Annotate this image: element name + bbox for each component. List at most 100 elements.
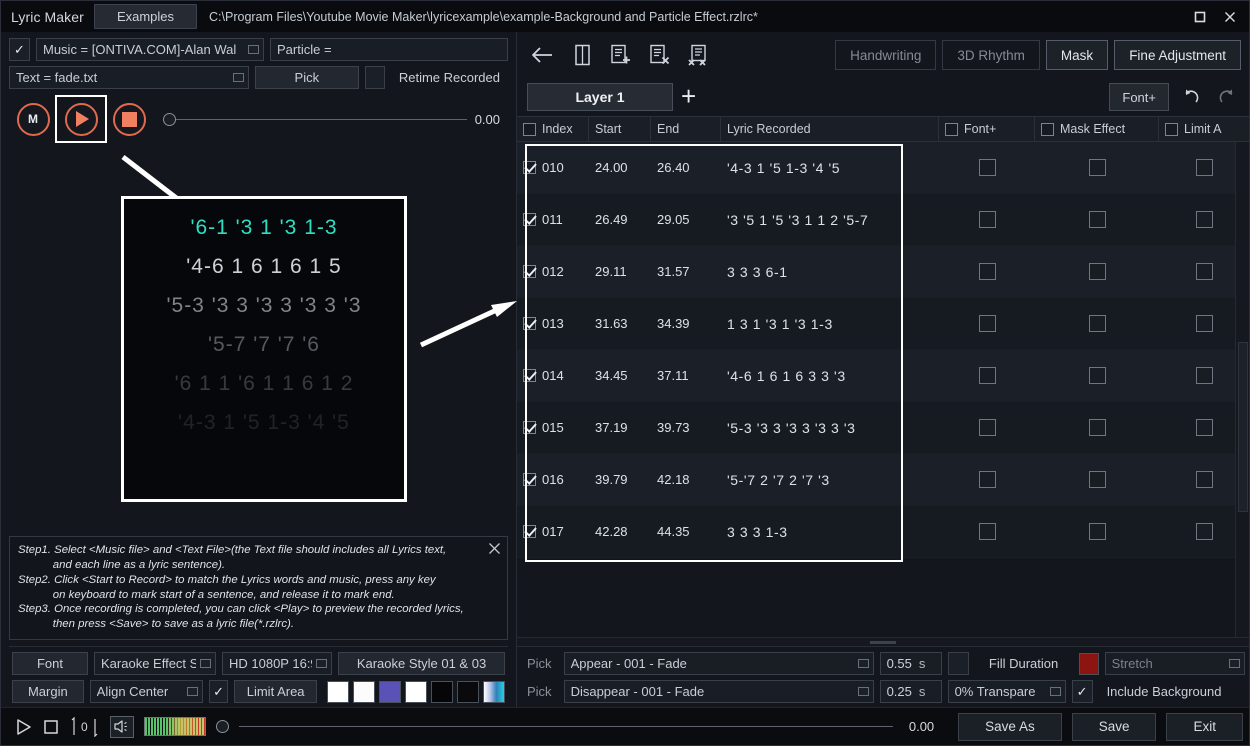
stop-button[interactable] (105, 97, 153, 141)
mask-button[interactable]: Mask (1045, 40, 1109, 70)
volume-knob[interactable] (215, 720, 229, 733)
column-index[interactable]: Index (517, 117, 589, 141)
limit-area-checkbox[interactable]: ✓ (208, 680, 229, 703)
vertical-scrollbar[interactable] (1235, 142, 1249, 637)
maximize-icon[interactable] (1187, 4, 1213, 30)
row-checkbox[interactable] (523, 473, 536, 486)
row-checkbox[interactable] (523, 161, 536, 174)
exit-button[interactable]: Exit (1166, 712, 1243, 741)
table-row[interactable]: 013 31.63 34.39 1 3 1 '3 1 '3 1-3 (517, 298, 1249, 350)
row-checkbox[interactable] (523, 213, 536, 226)
volume-meter[interactable] (143, 717, 206, 736)
pick-appear-label[interactable]: Pick (521, 652, 558, 675)
font-plus-all-checkbox[interactable] (945, 122, 958, 136)
font-button[interactable]: Font (12, 652, 88, 675)
cell-limit-area-checkbox[interactable] (1195, 419, 1213, 436)
close-icon[interactable] (1217, 4, 1243, 30)
music-file-combo[interactable]: Music = [ONTIVA.COM]-Alan Wal (36, 38, 264, 61)
cell-font-plus-checkbox[interactable] (978, 523, 996, 540)
cell-font-plus-checkbox[interactable] (978, 419, 996, 436)
retime-recorded-button[interactable]: Retime Recorded (391, 66, 508, 89)
cell-font-plus-checkbox[interactable] (978, 263, 996, 280)
pick-button[interactable]: Pick (254, 66, 360, 89)
table-row[interactable]: 017 42.28 44.35 3 3 3 1-3 (517, 506, 1249, 558)
save-as-button[interactable]: Save As (958, 712, 1062, 741)
cell-font-plus-checkbox[interactable] (978, 211, 996, 228)
select-all-checkbox[interactable] (523, 122, 536, 136)
cell-mask-effect-checkbox[interactable] (1088, 211, 1106, 228)
cell-limit-area-checkbox[interactable] (1195, 471, 1213, 488)
fill-duration-checkbox[interactable] (947, 652, 969, 675)
cell-limit-area-checkbox[interactable] (1195, 159, 1213, 176)
retime-checkbox[interactable] (365, 66, 385, 89)
tab-examples[interactable]: Examples (93, 4, 198, 29)
mark-button[interactable]: M (9, 97, 57, 141)
cell-limit-area-checkbox[interactable] (1195, 263, 1213, 280)
column-lyric-recorded[interactable]: Lyric Recorded (721, 117, 939, 141)
stretch-color-swatch[interactable] (1078, 652, 1099, 675)
fine-adjustment-button[interactable]: Fine Adjustment (1114, 40, 1241, 70)
margin-button[interactable]: Margin (12, 680, 84, 703)
row-checkbox[interactable] (523, 525, 536, 538)
cell-font-plus-checkbox[interactable] (978, 367, 996, 384)
disappear-effect-combo[interactable]: Disappear - 001 - Fade (563, 680, 874, 703)
cell-mask-effect-checkbox[interactable] (1088, 367, 1106, 384)
cell-font-plus-checkbox[interactable] (978, 471, 996, 488)
color-swatch-1[interactable] (327, 680, 349, 703)
delete-line-icon[interactable] (646, 40, 674, 70)
limit-area-all-checkbox[interactable] (1165, 122, 1178, 136)
row-checkbox[interactable] (523, 317, 536, 330)
column-limit-area[interactable]: Limit A (1159, 117, 1249, 141)
table-row[interactable]: 014 34.45 37.11 '4-6 1 6 1 6 3 3 '3 (517, 350, 1249, 402)
row-checkbox[interactable] (523, 265, 536, 278)
plus-icon[interactable]: + (681, 83, 696, 109)
delete-all-lines-icon[interactable] (685, 40, 713, 70)
cell-mask-effect-checkbox[interactable] (1088, 419, 1106, 436)
stretch-combo[interactable]: Stretch (1104, 652, 1245, 675)
cell-limit-area-checkbox[interactable] (1195, 523, 1213, 540)
column-mask-effect[interactable]: Mask Effect (1035, 117, 1159, 141)
column-end[interactable]: End (651, 117, 721, 141)
add-line-icon[interactable] (607, 40, 635, 70)
close-icon[interactable] (488, 542, 501, 560)
include-background-label[interactable]: Include Background (1099, 680, 1245, 703)
lyric-table-body[interactable]: 010 24.00 26.40 '4-3 1 '5 1-3 '4 '5 011 … (517, 142, 1249, 637)
transparency-combo[interactable]: 0% Transpare (947, 680, 1066, 703)
color-swatch-6[interactable] (457, 680, 479, 703)
row-checkbox[interactable] (523, 369, 536, 382)
timeline-slider[interactable]: 0.00 (163, 112, 508, 127)
karaoke-effect-combo[interactable]: Karaoke Effect Sh (94, 652, 216, 675)
handwriting-button[interactable]: Handwriting (835, 40, 937, 70)
color-swatch-4[interactable] (405, 680, 427, 703)
table-row[interactable]: 016 39.79 42.18 '5-'7 2 '7 2 '7 '3 (517, 454, 1249, 506)
row-checkbox[interactable] (523, 421, 536, 434)
save-button[interactable]: Save (1071, 712, 1157, 741)
play-icon[interactable] (15, 718, 33, 736)
cell-font-plus-checkbox[interactable] (978, 159, 996, 176)
mask-effect-all-checkbox[interactable] (1041, 122, 1054, 136)
include-background-checkbox[interactable]: ✓ (1071, 680, 1093, 703)
table-row[interactable]: 010 24.00 26.40 '4-3 1 '5 1-3 '4 '5 (517, 142, 1249, 194)
appear-duration-field[interactable]: 0.55 s (879, 652, 942, 675)
color-swatch-5[interactable] (431, 680, 453, 703)
cell-mask-effect-checkbox[interactable] (1088, 159, 1106, 176)
scrollbar-thumb[interactable] (870, 640, 896, 644)
column-font-plus[interactable]: Font+ (939, 117, 1035, 141)
fill-duration-label[interactable]: Fill Duration (975, 652, 1073, 675)
timeline-knob[interactable] (163, 112, 176, 126)
color-swatch-2[interactable] (353, 680, 375, 703)
table-row[interactable]: 011 26.49 29.05 '3 '5 1 '5 '3 1 1 2 '5-7 (517, 194, 1249, 246)
cell-mask-effect-checkbox[interactable] (1088, 263, 1106, 280)
particle-field[interactable]: Particle = (270, 38, 508, 61)
redo-icon[interactable] (1213, 83, 1241, 111)
pick-disappear-label[interactable]: Pick (521, 680, 558, 703)
disappear-duration-field[interactable]: 0.25 s (879, 680, 942, 703)
cell-mask-effect-checkbox[interactable] (1088, 523, 1106, 540)
page-icon[interactable] (568, 40, 596, 70)
scrollbar-thumb[interactable] (1238, 342, 1248, 512)
cell-limit-area-checkbox[interactable] (1195, 367, 1213, 384)
table-row[interactable]: 015 37.19 39.73 '5-3 '3 3 '3 3 '3 3 '3 (517, 402, 1249, 454)
cell-limit-area-checkbox[interactable] (1195, 315, 1213, 332)
music-enable-checkbox[interactable]: ✓ (9, 38, 30, 61)
horizontal-scrollbar[interactable] (517, 637, 1249, 646)
